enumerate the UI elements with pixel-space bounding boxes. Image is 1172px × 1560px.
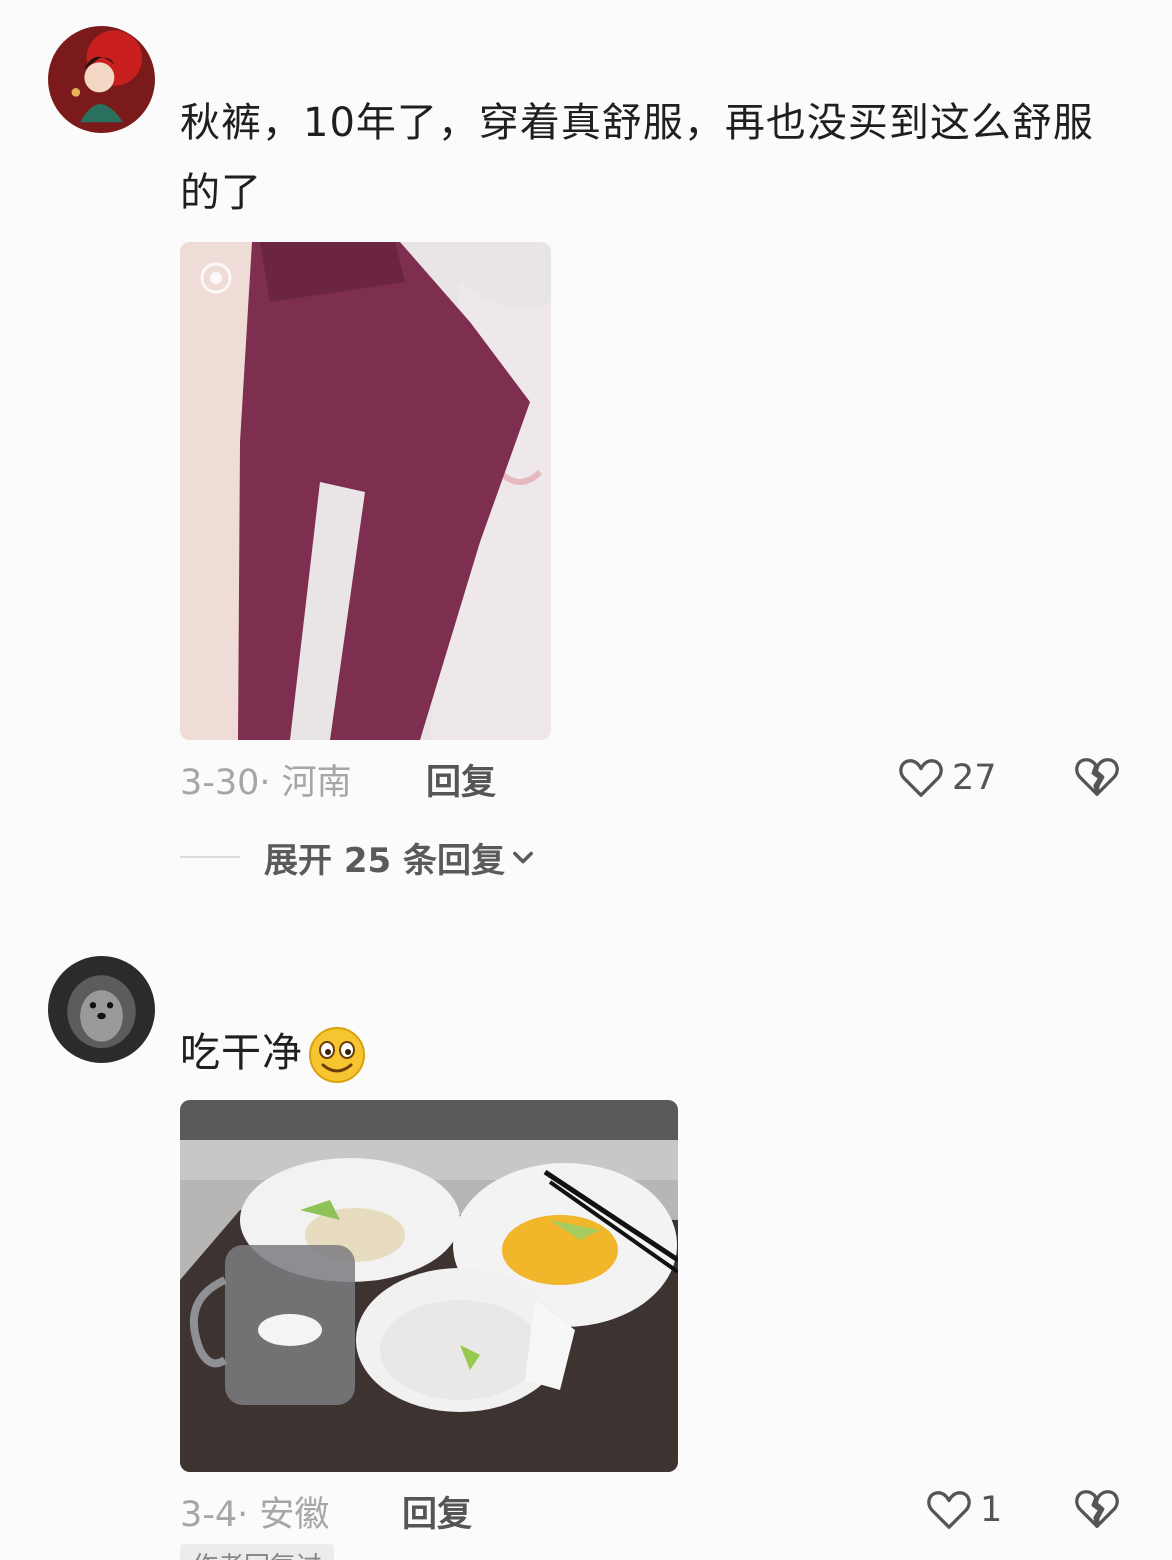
author-replied-badge: 作者回复过	[180, 1544, 335, 1560]
comment-photo[interactable]	[180, 242, 551, 740]
comment-item: 吃干净 3-4· 安徽 回复 1	[0, 940, 1172, 1560]
comment-photo[interactable]	[180, 1100, 678, 1472]
comment-text-content: 吃干净	[180, 1030, 303, 1076]
dislike-button[interactable]	[1074, 1486, 1120, 1532]
expand-replies-button[interactable]: 展开 25 条回复	[180, 832, 537, 882]
reply-button[interactable]: 回复	[402, 1486, 472, 1537]
heart-icon	[899, 759, 943, 797]
maroon-long-johns-photo-icon	[180, 242, 551, 740]
like-count: 27	[952, 758, 997, 798]
comment-meta: 3-30· 河南 回复 27	[180, 750, 1120, 806]
user-avatar[interactable]	[48, 26, 155, 133]
empty-plates-photo-icon	[180, 1100, 678, 1472]
smile-emoji-icon	[309, 1027, 365, 1083]
comment-date-location: 3-4· 安徽	[180, 1495, 330, 1535]
comment-item: 秋裤，10年了，穿着真舒服，再也没买到这么舒服的了 3-30· 河南 回复 27	[0, 0, 1172, 900]
user-avatar[interactable]	[48, 956, 155, 1063]
girl-illustration-avatar-icon	[48, 26, 155, 133]
dislike-button[interactable]	[1074, 754, 1120, 800]
chevron-down-icon	[513, 851, 533, 864]
comment-meta: 3-4· 安徽 回复 1	[180, 1482, 1120, 1538]
comment-date-location: 3-30· 河南	[180, 763, 352, 803]
broken-heart-icon	[1075, 758, 1119, 796]
divider	[180, 856, 240, 858]
heart-icon	[927, 1491, 971, 1529]
broken-heart-icon	[1075, 1490, 1119, 1528]
like-count: 1	[980, 1490, 1003, 1530]
dog-avatar-icon	[48, 956, 155, 1063]
comment-text: 秋裤，10年了，穿着真舒服，再也没买到这么舒服的了	[180, 100, 1094, 216]
like-button[interactable]: 27	[898, 750, 997, 806]
comment-text: 吃干净	[180, 1018, 1120, 1088]
expand-replies-label: 展开 25 条回复	[264, 840, 505, 881]
reply-button[interactable]: 回复	[426, 754, 496, 805]
like-button[interactable]: 1	[926, 1482, 1002, 1538]
